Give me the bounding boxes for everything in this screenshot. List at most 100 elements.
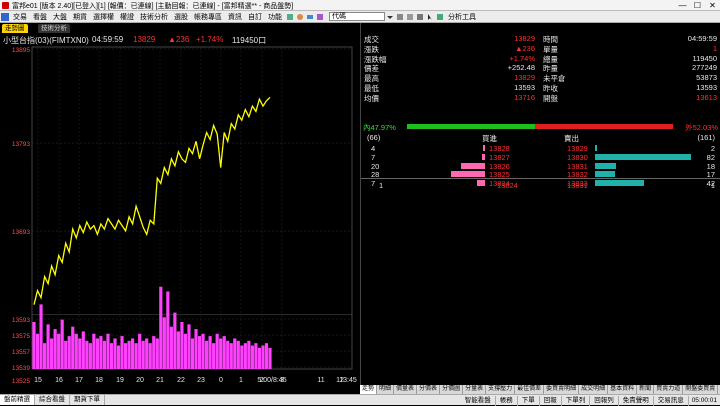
status-button[interactable]: 帳務: [496, 395, 518, 406]
x-tick-label: 15: [34, 377, 42, 384]
volume-bar: [229, 343, 233, 369]
dropdown-icon[interactable]: [386, 13, 394, 21]
bid-depth-bar: [451, 171, 485, 178]
pointer-icon[interactable]: [426, 13, 434, 21]
detail-tab[interactable]: 明細: [377, 385, 395, 394]
status-button[interactable]: 交易訊息: [654, 395, 689, 406]
y-tick-label: 13593: [12, 317, 30, 324]
taskbar-premarket[interactable]: 盤前精選: [0, 395, 35, 405]
volume-bar: [50, 338, 54, 369]
detail-tab[interactable]: 買賣力道: [654, 385, 684, 394]
menu-item-watch[interactable]: 看盤: [30, 12, 50, 22]
detail-tab[interactable]: 支撐壓力: [486, 385, 516, 394]
detail-tab[interactable]: 價量表: [394, 385, 418, 394]
detail-tab[interactable]: 分價圖: [440, 385, 464, 394]
toolbar-icon-5[interactable]: [396, 13, 404, 21]
toolbar-icon-3[interactable]: [306, 13, 314, 21]
menu-item-technical[interactable]: 技術分析: [137, 12, 171, 22]
volume-bar: [148, 343, 152, 369]
taskbar-overview[interactable]: 綜合看盤: [35, 395, 70, 405]
stat-value: 13593: [696, 83, 717, 92]
volume-bar: [219, 338, 223, 369]
volume-bar: [116, 345, 121, 369]
detail-tab[interactable]: 走勢: [360, 385, 378, 394]
analysis-tool-menu[interactable]: 分析工具: [445, 12, 479, 22]
x-tick-label: 18: [95, 377, 103, 384]
toolbar-icon-2[interactable]: [296, 13, 304, 21]
menu-item-market[interactable]: 大盤: [50, 12, 70, 22]
volume-bar: [226, 340, 230, 369]
volume-bar: [53, 329, 57, 369]
taskbar-futures-order[interactable]: 期貨下單: [70, 395, 105, 405]
volume-bar: [57, 333, 61, 369]
volume-bar: [166, 291, 170, 369]
x-tick-label: 19: [116, 377, 124, 384]
menu-item-trade[interactable]: 交易: [10, 12, 30, 22]
x-tick-label: 13:45: [339, 377, 357, 384]
orderbook-row[interactable]: 4 13828 13829 2: [361, 144, 720, 153]
maximize-button[interactable]: ☐: [690, 0, 705, 11]
summary-bid-qty: 1: [379, 181, 384, 190]
stat-label: 均價: [364, 93, 379, 103]
stat-value: +1.74%: [509, 53, 535, 63]
menu-item-options[interactable]: 選擇權: [90, 12, 117, 22]
analysis-tool-icon[interactable]: [436, 13, 444, 21]
minimize-button[interactable]: —: [675, 0, 690, 11]
menu-item-futures[interactable]: 期貨: [70, 12, 90, 22]
symbol-search-input[interactable]: 代碼: [329, 12, 385, 21]
x-tick-label: 5:00/8:45: [257, 377, 286, 384]
orderbook-row[interactable]: 7 13827 13830 82: [361, 153, 720, 162]
detail-tab[interactable]: 最佳價差: [515, 385, 545, 394]
stat-row: 均價 13716 開盤 13613: [361, 93, 720, 103]
toolbar-icon-6[interactable]: [406, 13, 414, 21]
status-button[interactable]: 下單列: [562, 395, 591, 406]
detail-tab[interactable]: 新聞: [637, 385, 655, 394]
volume-bar: [180, 322, 184, 369]
y-tick-label: 13793: [12, 141, 30, 148]
close-button[interactable]: ✕: [705, 0, 720, 11]
volume-bar: [233, 338, 237, 369]
detail-tab[interactable]: 委買賣明細: [544, 385, 580, 394]
tab-trend[interactable]: 走勢圖: [2, 24, 28, 33]
menu-item-info[interactable]: 資訊: [225, 12, 245, 22]
menu-item-functions[interactable]: 功能: [265, 12, 285, 22]
detail-tab[interactable]: 分價表: [417, 385, 441, 394]
bid-depth-bar: [460, 162, 485, 169]
volume-bar: [176, 331, 181, 369]
app-menu-icon[interactable]: [1, 12, 9, 21]
detail-tab[interactable]: 基本資料: [608, 385, 638, 394]
trend-chart[interactable]: 13895 13793 13693 13593 13575 13557 13539 13525…: [0, 45, 360, 385]
menu-item-warrants[interactable]: 權證: [117, 12, 137, 22]
volume-bar: [95, 338, 99, 369]
status-button[interactable]: 下單: [518, 395, 540, 406]
volume-bar: [131, 338, 135, 369]
tab-technical[interactable]: 技術分析: [38, 24, 70, 33]
volume-bar: [162, 317, 166, 369]
bid-price: 13827: [489, 152, 510, 162]
ratio-ask-fill: [534, 124, 673, 129]
detail-tab[interactable]: 分量表: [463, 385, 487, 394]
volume-bar: [201, 333, 205, 369]
bid-header: 買進: [482, 134, 497, 143]
toolbar-icon-4[interactable]: [316, 13, 324, 21]
toolbar-icon-1[interactable]: [286, 13, 294, 21]
menu-item-account[interactable]: 帳務專區: [191, 12, 225, 22]
orderbook-row[interactable]: 20 13826 13831 18: [361, 162, 720, 171]
stat-value: 277249: [691, 63, 717, 73]
toolbar-icon-7[interactable]: [416, 13, 424, 21]
x-tick-label: 11: [317, 377, 324, 384]
detail-tab[interactable]: 開盤委買賣: [683, 385, 719, 394]
status-button[interactable]: 免責聲明: [619, 395, 654, 406]
chart-tab-strip: 走勢圖 技術分析: [0, 23, 360, 33]
status-button[interactable]: 智能看盤: [461, 395, 496, 406]
menu-item-screener[interactable]: 選股: [171, 12, 191, 22]
detail-tab[interactable]: 成交明細: [579, 385, 609, 394]
status-button[interactable]: 回報列: [590, 395, 619, 406]
ask-depth-bar: [595, 162, 617, 169]
status-button[interactable]: 回報: [540, 395, 562, 406]
volume-bar: [145, 338, 149, 369]
y-tick-label: 13693: [12, 229, 30, 236]
menu-item-custom[interactable]: 自訂: [245, 12, 265, 22]
volume-bar: [42, 343, 47, 369]
volume-bar: [127, 340, 131, 369]
